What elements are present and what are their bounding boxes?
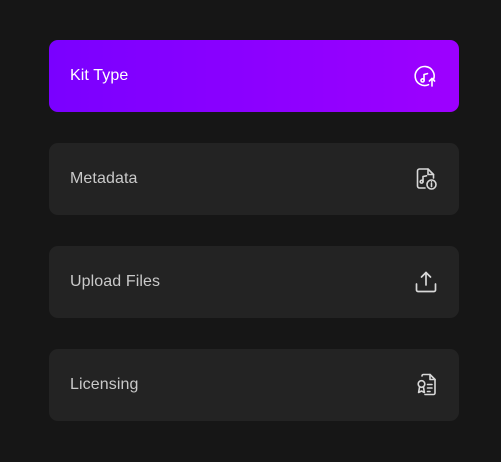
step-label: Licensing [70,376,139,393]
music-disc-upload-icon [413,63,439,89]
step-metadata[interactable]: Metadata [49,143,459,215]
step-licensing[interactable]: Licensing [49,349,459,421]
music-file-info-icon [413,166,439,192]
license-document-icon [413,372,439,398]
step-upload-files[interactable]: Upload Files [49,246,459,318]
step-list: Kit Type Metadata Upload Files Licensing [49,40,459,452]
upload-icon [413,269,439,295]
step-kit-type[interactable]: Kit Type [49,40,459,112]
step-label: Kit Type [70,67,129,84]
step-label: Metadata [70,170,138,187]
step-label: Upload Files [70,273,161,290]
